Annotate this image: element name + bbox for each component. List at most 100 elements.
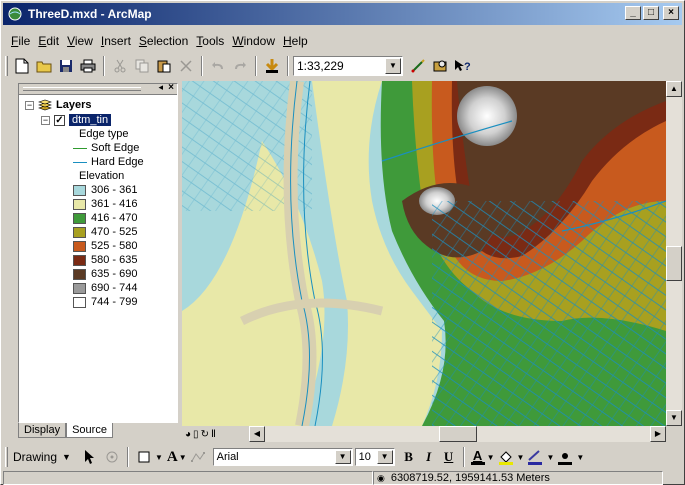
layout-view-icon[interactable]: ▯ — [193, 429, 199, 440]
menu-view[interactable]: View — [63, 34, 97, 48]
undo-icon[interactable] — [207, 55, 229, 77]
map-vertical-scrollbar[interactable]: ▲ ▼ — [666, 81, 682, 426]
elevation-range-label: 635 - 690 — [91, 268, 138, 280]
paste-icon[interactable] — [153, 55, 175, 77]
editor-toolbar-icon[interactable] — [407, 55, 429, 77]
elevation-swatch — [73, 198, 86, 210]
menu-window[interactable]: Window — [228, 34, 279, 48]
chevron-down-icon[interactable]: ▼ — [385, 58, 401, 74]
legend-heading-edge: Edge type — [79, 127, 129, 141]
text-chevron-icon[interactable]: ▼ — [179, 453, 187, 462]
italic-button[interactable]: I — [419, 449, 439, 465]
map-scale-dropdown[interactable]: 1:33,229 ▼ — [293, 56, 403, 76]
whats-this-help-icon[interactable]: ? — [451, 55, 473, 77]
select-elements-icon[interactable] — [79, 446, 101, 468]
menu-edit[interactable]: Edit — [34, 34, 63, 48]
new-rectangle-icon[interactable] — [133, 446, 155, 468]
scroll-up-icon[interactable]: ▲ — [666, 81, 682, 97]
redo-icon[interactable] — [229, 55, 251, 77]
toc-pin-icon[interactable]: ◂ — [158, 82, 163, 93]
collapse-icon[interactable]: − — [25, 100, 34, 110]
font-color-icon[interactable]: A — [469, 449, 487, 465]
tab-source[interactable]: Source — [66, 423, 113, 438]
hard-edge-label: Hard Edge — [91, 156, 144, 168]
rotate-icon[interactable] — [101, 446, 123, 468]
toolbar-separator — [255, 56, 257, 76]
layer-dtm-tin[interactable]: − ✓ dtm_tin — [41, 113, 112, 127]
elevation-swatch — [73, 212, 86, 224]
elevation-range-label: 525 - 580 — [91, 240, 138, 252]
menu-tools[interactable]: Tools — [192, 34, 228, 48]
font-size-dropdown[interactable]: 10 ▼ — [354, 448, 395, 466]
arcmap-globe-icon — [8, 7, 22, 21]
title-bar[interactable]: ThreeD.mxd - ArcMap _ □ × — [3, 3, 682, 25]
new-text-label[interactable]: A — [167, 449, 178, 466]
drawing-toolbar: Drawing ▼ ▼ A ▼ Arial ▼ 10 ▼ B I U A ▼ ▼… — [3, 445, 682, 469]
collapse-icon[interactable]: − — [41, 115, 50, 125]
toolbar-separator — [103, 56, 105, 76]
chevron-down-icon[interactable]: ▼ — [334, 450, 351, 464]
elevation-swatch — [73, 268, 86, 280]
cut-icon[interactable] — [109, 55, 131, 77]
save-icon[interactable] — [55, 55, 77, 77]
legend-elevation-class: 361 - 416 — [73, 197, 137, 211]
fill-color-icon[interactable] — [495, 446, 517, 468]
toc-close-icon[interactable]: × — [168, 82, 174, 93]
bold-button[interactable]: B — [399, 449, 419, 465]
map-horizontal-scrollbar[interactable]: ◀ ▶ — [249, 426, 666, 442]
scroll-down-icon[interactable]: ▼ — [666, 410, 682, 426]
toolbar-grip[interactable] — [5, 447, 8, 467]
line-color-icon[interactable] — [524, 446, 546, 468]
arctoolbox-icon[interactable] — [429, 55, 451, 77]
rectangle-chevron-icon[interactable]: ▼ — [155, 453, 163, 462]
layer-name[interactable]: dtm_tin — [69, 114, 112, 126]
drawing-menu-label[interactable]: Drawing — [13, 450, 57, 464]
edit-vertices-icon[interactable] — [187, 446, 209, 468]
drawing-menu-chevron-icon[interactable]: ▼ — [62, 452, 71, 462]
tab-display[interactable]: Display — [18, 423, 67, 438]
map-view[interactable] — [182, 81, 666, 426]
marker-color-icon[interactable] — [554, 446, 576, 468]
coordinate-icon: ◉ — [377, 473, 385, 483]
elevation-range-label: 470 - 525 — [91, 226, 138, 238]
menu-selection[interactable]: Selection — [135, 34, 192, 48]
toolbar-grip[interactable] — [5, 56, 8, 76]
toolbar-separator — [201, 56, 203, 76]
menu-help[interactable]: Help — [279, 34, 312, 48]
status-coordinates-pane: ◉ 6308719.52, 1959141.53 Meters — [373, 471, 663, 485]
print-icon[interactable] — [77, 55, 99, 77]
marker-color-chevron-icon[interactable]: ▼ — [576, 453, 584, 462]
maximize-button[interactable]: □ — [643, 6, 659, 20]
toc-grip[interactable] — [23, 87, 141, 91]
scroll-left-icon[interactable]: ◀ — [249, 426, 265, 442]
horizontal-scroll-thumb[interactable] — [439, 426, 477, 442]
copy-icon[interactable] — [131, 55, 153, 77]
close-button[interactable]: × — [663, 6, 679, 20]
soft-edge-line-symbol — [73, 147, 87, 149]
open-folder-icon[interactable] — [33, 55, 55, 77]
legend-hard-edge: Hard Edge — [73, 155, 144, 169]
scroll-right-icon[interactable]: ▶ — [650, 426, 666, 442]
add-data-icon[interactable] — [261, 55, 283, 77]
chevron-down-icon[interactable]: ▼ — [376, 450, 393, 464]
layer-visibility-checkbox[interactable]: ✓ — [54, 114, 65, 126]
line-color-chevron-icon[interactable]: ▼ — [546, 453, 554, 462]
underline-button[interactable]: U — [439, 449, 459, 465]
tree-root-layers[interactable]: − Layers — [25, 98, 91, 112]
pause-drawing-icon[interactable]: Ⅱ — [211, 429, 216, 440]
legend-elevation-class: 635 - 690 — [73, 267, 137, 281]
font-color-chevron-icon[interactable]: ▼ — [487, 453, 495, 462]
edge-type-heading: Edge type — [79, 128, 129, 140]
elevation-range-label: 744 - 799 — [91, 296, 138, 308]
tin-surface-map[interactable] — [182, 81, 666, 426]
new-document-icon[interactable] — [11, 55, 33, 77]
font-name-dropdown[interactable]: Arial ▼ — [212, 448, 353, 466]
data-view-icon[interactable]: ◕ — [185, 429, 191, 440]
vertical-scroll-thumb[interactable] — [666, 246, 682, 281]
minimize-button[interactable]: _ — [625, 6, 641, 20]
delete-icon[interactable] — [175, 55, 197, 77]
refresh-view-icon[interactable]: ↻ — [201, 429, 209, 440]
menu-file[interactable]: File — [7, 34, 34, 48]
menu-insert[interactable]: Insert — [97, 34, 135, 48]
fill-color-chevron-icon[interactable]: ▼ — [517, 453, 525, 462]
